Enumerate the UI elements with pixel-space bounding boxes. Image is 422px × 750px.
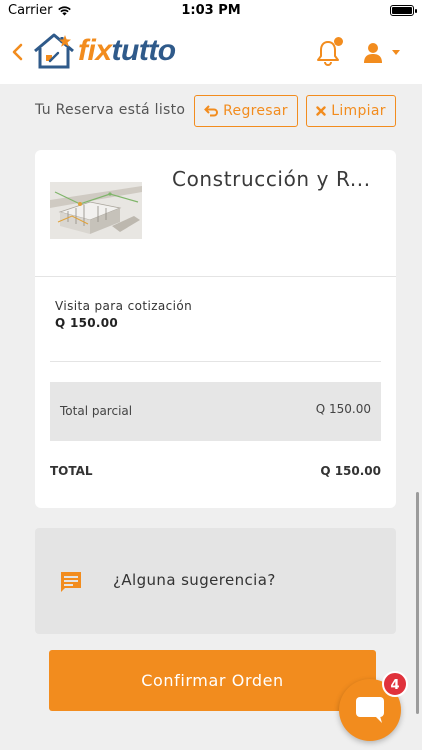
undo-icon — [204, 104, 219, 116]
service-title[interactable]: Construcción y R... — [172, 167, 371, 191]
subtotal-label: Total parcial — [60, 404, 133, 418]
notification-dot — [334, 37, 343, 46]
back-button-label: Regresar — [223, 103, 288, 119]
app-header: fixtutto — [0, 22, 422, 84]
fixtutto-logo[interactable]: fixtutto — [32, 31, 176, 71]
house-logo-icon — [34, 33, 74, 69]
suggestion-box[interactable]: ¿Alguna sugerencia? — [35, 528, 396, 634]
line-item-price: Q 150.00 — [55, 316, 119, 330]
clear-button[interactable]: Limpiar — [306, 95, 396, 127]
account-dropdown-caret-icon[interactable] — [392, 50, 400, 55]
total-label: TOTAL — [50, 464, 93, 478]
chat-bubble-icon — [356, 697, 384, 723]
battery-icon — [390, 5, 417, 16]
subtotal-box: Total parcial Q 150.00 — [50, 382, 381, 441]
logo-tutto-text: tutto — [111, 34, 177, 67]
reservation-toolbar: Tu Reserva está listo Regresar Limpiar — [0, 95, 422, 127]
suggestion-prompt: ¿Alguna sugerencia? — [113, 571, 276, 589]
logo-fix-text: fix — [78, 34, 112, 67]
cart-card: Construcción y R... Visita para cotizaci… — [35, 150, 396, 508]
scrollbar[interactable] — [416, 492, 419, 714]
logo-wordmark: fixtutto — [78, 34, 176, 68]
clock: 1:03 PM — [181, 3, 241, 18]
reservation-status-text: Tu Reserva está listo — [35, 102, 186, 118]
comment-icon — [61, 572, 81, 592]
confirm-order-button[interactable]: Confirmar Orden — [49, 650, 376, 711]
divider — [35, 276, 396, 277]
close-icon — [316, 106, 326, 116]
service-thumbnail[interactable] — [50, 182, 142, 239]
divider — [50, 361, 381, 362]
total-value: Q 150.00 — [320, 464, 381, 478]
back-chevron-icon[interactable] — [8, 40, 28, 64]
back-button[interactable]: Regresar — [194, 95, 298, 127]
status-bar: Carrier 1:03 PM — [0, 0, 422, 22]
clear-button-label: Limpiar — [331, 103, 386, 119]
line-item-name: Visita para cotización — [55, 299, 193, 313]
subtotal-value: Q 150.00 — [315, 402, 371, 416]
chat-unread-badge: 4 — [382, 671, 408, 697]
user-account-icon[interactable] — [363, 42, 383, 64]
